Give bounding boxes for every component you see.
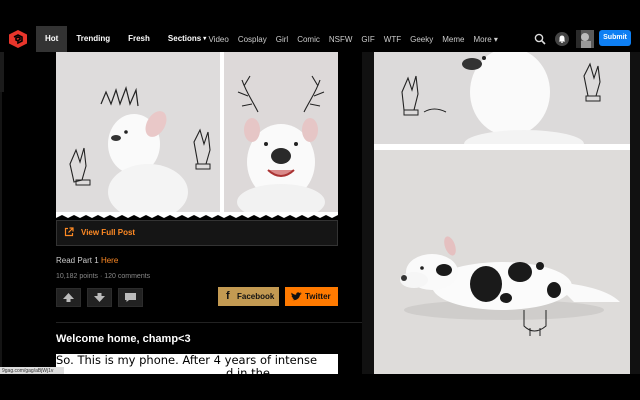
arrow-down-icon [94, 293, 105, 302]
read-part-label: Read Part 1 [56, 256, 99, 265]
view-full-post-label: View Full Post [81, 228, 136, 237]
comment-icon [125, 293, 136, 302]
avatar-image [576, 30, 594, 48]
submit-button[interactable]: Submit [599, 30, 631, 46]
link-geeky[interactable]: Geeky [406, 35, 438, 44]
image-panel-antler-dog [224, 52, 338, 220]
share-twitter-label: Twitter [305, 292, 331, 301]
link-nsfw[interactable]: NSFW [324, 35, 357, 44]
link-comic[interactable]: Comic [293, 35, 325, 44]
site-logo-icon[interactable] [9, 30, 27, 48]
arrow-up-icon [63, 293, 74, 302]
next-post-text: So. This is my phone. After 4 years of i… [56, 354, 338, 376]
post-image[interactable] [56, 52, 338, 220]
view-full-post-button[interactable]: View Full Post [56, 220, 338, 246]
downvote-button[interactable] [87, 288, 112, 307]
bell-icon [558, 35, 566, 43]
link-gif[interactable]: GIF [357, 35, 379, 44]
share-facebook-button[interactable]: f Facebook [218, 287, 279, 306]
nav-hot[interactable]: Hot [36, 26, 68, 52]
next-post-text-line1: So. This is my phone. After 4 years of i… [56, 354, 318, 367]
search-icon[interactable] [534, 33, 546, 45]
post-divider [56, 322, 366, 323]
notifications-button[interactable] [555, 32, 569, 46]
link-wtf[interactable]: WTF [379, 35, 405, 44]
link-video[interactable]: Video [204, 35, 233, 44]
bottom-bar [0, 374, 640, 400]
image-panel-punk-dog [56, 52, 220, 220]
user-avatar[interactable] [576, 30, 594, 48]
nav-fresh[interactable]: Fresh [119, 26, 159, 52]
right-image-cow-dog[interactable] [374, 150, 630, 374]
next-post-title[interactable]: Welcome home, champ<3 [56, 333, 191, 345]
link-girl[interactable]: Girl [271, 35, 292, 44]
link-cosplay[interactable]: Cosplay [233, 35, 271, 44]
top-navigation-bar: Hot Trending Fresh Sections ▾ Video Cospl… [0, 0, 640, 52]
right-image-column [362, 48, 640, 374]
comment-button[interactable] [118, 288, 143, 307]
share-facebook-label: Facebook [237, 292, 275, 301]
link-meme[interactable]: Meme [438, 35, 469, 44]
twitter-icon [291, 292, 302, 301]
main-nav: Hot Trending Fresh Sections ▾ [36, 26, 215, 52]
upvote-button[interactable] [56, 288, 81, 307]
facebook-icon: f [226, 290, 230, 302]
link-more[interactable]: More ▾ [469, 35, 502, 44]
section-links: Video Cosplay Girl Comic NSFW GIF WTF Ge… [204, 26, 502, 52]
read-part-text: Read Part 1 Here [56, 256, 118, 265]
read-part-link[interactable]: Here [101, 256, 118, 265]
post-meta[interactable]: 10,182 points · 120 comments [56, 273, 150, 280]
right-image-top[interactable] [374, 48, 630, 158]
left-sidebar-edge [0, 52, 4, 92]
nav-sections-label: Sections [167, 34, 202, 43]
nav-trending[interactable]: Trending [67, 26, 119, 52]
left-sidebar-strip [0, 92, 2, 392]
share-twitter-button[interactable]: Twitter [285, 287, 338, 306]
external-link-icon [64, 227, 74, 237]
image-cut-edge [56, 212, 338, 220]
